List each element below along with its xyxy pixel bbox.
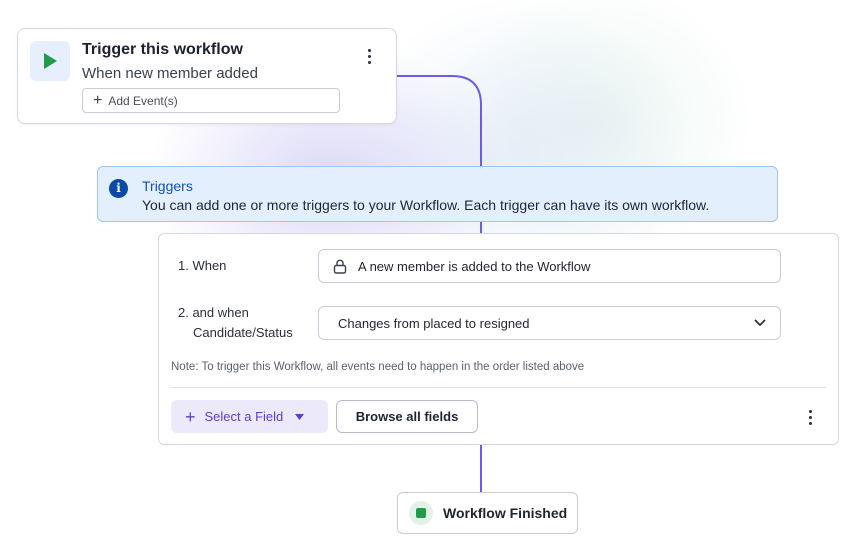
add-event-button[interactable]: + Add Event(s)	[82, 88, 340, 113]
trigger-card[interactable]: Trigger this workflow When new member ad…	[17, 28, 397, 124]
conditions-card: 1. When A new member is added to the Wor…	[158, 233, 839, 445]
stop-icon	[409, 501, 433, 525]
play-icon	[30, 41, 70, 81]
triggers-info-banner: i Triggers You can add one or more trigg…	[97, 166, 778, 222]
trigger-kebab-menu-icon[interactable]	[363, 49, 375, 64]
divider	[171, 387, 826, 388]
workflow-finished-node[interactable]: Workflow Finished	[397, 492, 578, 534]
row2-label-line1: 2. and when	[178, 305, 249, 320]
chevron-down-icon	[754, 319, 766, 326]
conditions-kebab-menu-icon[interactable]	[804, 410, 816, 425]
row1-label: 1. When	[178, 258, 227, 273]
workflow-finished-label: Workflow Finished	[443, 505, 568, 521]
info-title: Triggers	[142, 178, 193, 194]
add-event-label: Add Event(s)	[108, 93, 178, 108]
trigger-title: Trigger this workflow	[82, 41, 243, 58]
select-field-button[interactable]: + Select a Field	[171, 400, 328, 433]
row2-label-line2: Candidate/Status	[193, 325, 293, 340]
row1-locked-field: A new member is added to the Workflow	[318, 249, 781, 283]
lock-icon	[333, 259, 347, 274]
row2-value: Changes from placed to resigned	[338, 315, 530, 331]
select-field-label: Select a Field	[204, 409, 284, 424]
caret-down-icon	[295, 413, 305, 420]
row1-value: A new member is added to the Workflow	[358, 258, 591, 274]
order-note: Note: To trigger this Workflow, all even…	[171, 361, 585, 373]
trigger-subtitle: When new member added	[82, 65, 258, 82]
info-text: You can add one or more triggers to your…	[142, 197, 710, 213]
plus-icon: +	[93, 91, 103, 109]
plus-icon: +	[185, 406, 196, 427]
browse-all-fields-button[interactable]: Browse all fields	[336, 400, 478, 433]
info-icon: i	[109, 179, 128, 198]
row2-status-dropdown[interactable]: Changes from placed to resigned	[318, 306, 781, 340]
